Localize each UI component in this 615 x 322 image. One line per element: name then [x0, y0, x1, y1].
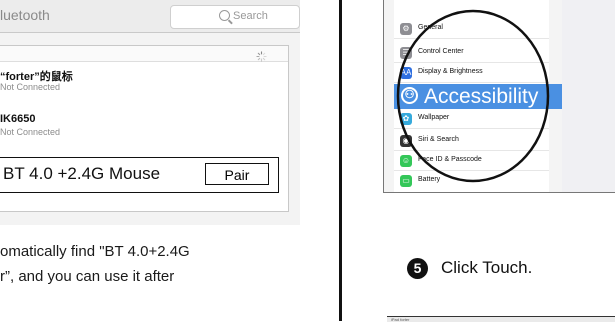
pair-button[interactable]: Pair	[205, 163, 269, 185]
mouse-device-callout: BT 4.0 +2.4G Mouse Pair	[0, 157, 279, 193]
preview-text: iPad forter	[391, 317, 410, 322]
next-screenshot-preview: iPad forter	[387, 316, 615, 322]
device-list-header	[0, 46, 288, 62]
column-divider	[339, 0, 342, 321]
loading-spinner-icon	[256, 51, 267, 62]
bluetooth-window: luetooth Search “forter”的鼠标 Not Connecte…	[0, 0, 300, 225]
search-icon	[219, 10, 230, 21]
device-status: Not Connected	[0, 82, 61, 92]
bluetooth-title: luetooth	[0, 7, 50, 23]
instruction-line-1: omatically find "BT 4.0+2.4G	[0, 243, 190, 260]
callout-device-name: BT 4.0 +2.4G Mouse	[3, 164, 161, 183]
search-input[interactable]: Search	[170, 5, 300, 29]
bluetooth-titlebar: luetooth Search	[0, 0, 300, 33]
step-instruction: Click Touch.	[441, 258, 533, 277]
step-number-badge: 5	[407, 258, 428, 279]
device-name: IK6650	[0, 113, 36, 125]
instruction-line-2: r”, and you can use it after	[0, 268, 175, 285]
device-status: Not Connected	[0, 127, 61, 137]
highlight-circle	[396, 9, 550, 183]
search-placeholder: Search	[233, 10, 268, 22]
